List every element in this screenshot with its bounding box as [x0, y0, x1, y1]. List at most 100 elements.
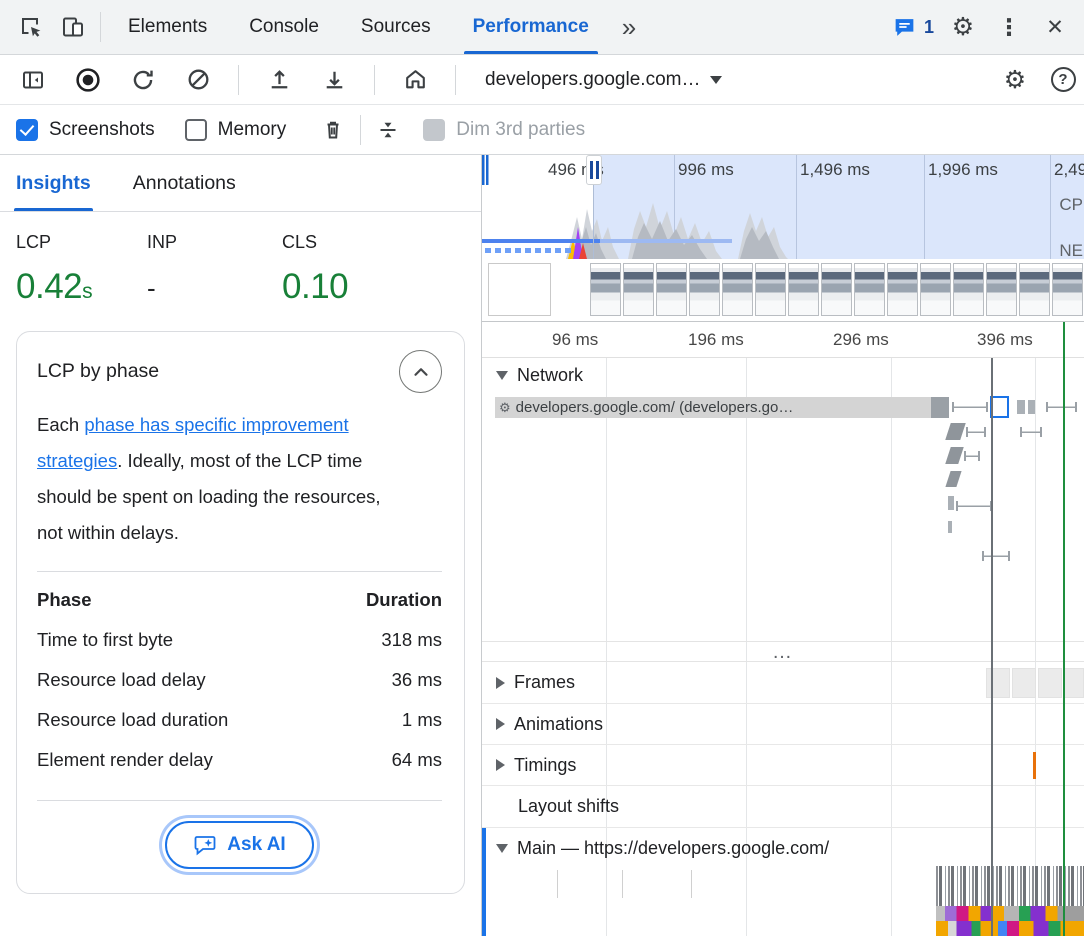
capture-settings-gear-icon[interactable]: ⚙ — [994, 59, 1036, 101]
upload-profile-icon[interactable] — [258, 59, 300, 101]
capture-options-bar: Screenshots Memory Dim 3rd parties — [0, 105, 1084, 155]
frame-thumbnail — [1038, 668, 1062, 698]
track-title: Frames — [514, 672, 575, 693]
overview-network-bar — [600, 239, 732, 243]
frame-thumbnail — [1064, 668, 1084, 698]
console-messages-icon[interactable] — [884, 6, 926, 48]
flame-chart-row[interactable] — [936, 906, 1084, 921]
network-request-bar[interactable] — [956, 501, 992, 511]
tab-elements[interactable]: Elements — [107, 0, 228, 54]
filmstrip-screenshot[interactable] — [755, 263, 786, 316]
inspect-element-icon[interactable] — [10, 6, 52, 48]
filmstrip-screenshot[interactable] — [689, 263, 720, 316]
network-request-bar[interactable] — [945, 447, 964, 464]
metric-lcp[interactable]: LCP 0.42s — [16, 232, 147, 307]
screenshots-checkbox[interactable] — [16, 119, 38, 141]
tab-console[interactable]: Console — [228, 0, 340, 54]
filmstrip-screenshot[interactable] — [590, 263, 621, 316]
tab-label: Sources — [361, 16, 431, 38]
layout-shifts-track[interactable]: Layout shifts — [482, 786, 1084, 828]
main-thread-tasks[interactable] — [936, 866, 1084, 906]
network-request-bar[interactable] — [945, 423, 966, 440]
network-request-bar[interactable] — [982, 551, 1010, 561]
filmstrip-screenshot[interactable] — [887, 263, 918, 316]
network-request-bar[interactable] — [964, 451, 980, 461]
network-request-bar[interactable] — [952, 402, 988, 412]
filmstrip-screenshot[interactable] — [920, 263, 951, 316]
close-devtools-icon[interactable]: ✕ — [1034, 6, 1076, 48]
network-request-bar[interactable] — [1046, 402, 1077, 412]
performance-toolbar-right: ⚙ ? — [994, 59, 1084, 101]
history-dropdown[interactable]: developers.google.com… — [475, 69, 732, 91]
history-dropdown-label: developers.google.com… — [485, 69, 700, 91]
clear-icon[interactable] — [177, 59, 219, 101]
metric-inp[interactable]: INP - — [147, 232, 282, 307]
overview-network-chunk — [515, 248, 521, 253]
filmstrip-screenshot[interactable] — [986, 263, 1017, 316]
expand-triangle-icon — [496, 677, 505, 689]
filmstrip-screenshot[interactable] — [623, 263, 654, 316]
network-request-bar[interactable] — [1020, 427, 1042, 437]
filmstrip-screenshot[interactable] — [656, 263, 687, 316]
request-gear-icon: ⚙ — [499, 400, 511, 416]
timeline-overview[interactable]: 496 ms 996 ms 1,496 ms 1,996 ms 2,49 CP … — [482, 155, 1084, 322]
metric-cls[interactable]: CLS 0.10 — [282, 232, 348, 307]
network-request-bar[interactable] — [948, 521, 952, 533]
request-label: developers.google.com/ (developers.go… — [516, 399, 794, 416]
collapse-tracks-icon[interactable] — [367, 109, 409, 151]
selected-network-request[interactable] — [990, 396, 1009, 418]
filmstrip-screenshot[interactable] — [854, 263, 885, 316]
collapse-card-button[interactable] — [399, 350, 442, 393]
selection-left-handle[interactable] — [482, 155, 490, 185]
record-and-reload-icon[interactable] — [122, 59, 164, 101]
selection-right-handle[interactable] — [586, 155, 602, 185]
main-thread-track[interactable]: Main — https://developers.google.com/ — [482, 828, 1084, 868]
record-icon[interactable] — [67, 59, 109, 101]
network-track-header[interactable]: Network — [482, 358, 1084, 392]
overview-network-chunk — [535, 248, 541, 253]
filmstrip-screenshot[interactable] — [722, 263, 753, 316]
tab-sources[interactable]: Sources — [340, 0, 452, 54]
tab-label: Performance — [473, 16, 589, 38]
download-profile-icon[interactable] — [313, 59, 355, 101]
collect-garbage-icon[interactable] — [312, 109, 354, 151]
ask-ai-button[interactable]: Ask AI — [165, 821, 313, 869]
network-request-bar[interactable] — [948, 496, 954, 510]
animations-track[interactable]: Animations — [482, 704, 1084, 745]
filmstrip-screenshot[interactable] — [821, 263, 852, 316]
filmstrip-screenshot[interactable] — [1019, 263, 1050, 316]
network-request-main-document[interactable]: ⚙ developers.google.com/ (developers.go… — [495, 397, 949, 418]
network-request-bar[interactable] — [945, 471, 961, 487]
network-request-bar[interactable] — [1028, 400, 1035, 414]
settings-gear-icon[interactable]: ⚙ — [942, 6, 984, 48]
timings-track[interactable]: Timings — [482, 745, 1084, 786]
frame-thumbnail — [1012, 668, 1036, 698]
home-icon[interactable] — [394, 59, 436, 101]
overflow-menu-icon[interactable]: ⋮ — [988, 6, 1030, 48]
overview-network-chunk — [485, 248, 491, 253]
metric-value: - — [147, 267, 282, 304]
tab-annotations[interactable]: Annotations — [133, 155, 236, 211]
playhead-marker[interactable] — [991, 358, 993, 936]
toggle-sidebar-icon[interactable] — [12, 59, 54, 101]
network-overflow-handle[interactable]: … — [482, 641, 1084, 662]
device-toolbar-icon[interactable] — [52, 6, 94, 48]
network-request-bar[interactable] — [966, 427, 986, 437]
filmstrip-screenshot[interactable] — [953, 263, 984, 316]
table-row: Resource load delay 36 ms — [37, 660, 442, 700]
table-row: Element render delay 64 ms — [37, 740, 442, 780]
filmstrip-screenshot[interactable] — [1052, 263, 1083, 316]
flame-chart-row[interactable] — [936, 921, 1084, 936]
memory-checkbox[interactable] — [185, 119, 207, 141]
tab-performance[interactable]: Performance — [452, 0, 610, 54]
filmstrip-screenshot[interactable] — [488, 263, 551, 316]
filmstrip-screenshot[interactable] — [788, 263, 819, 316]
phase-name: Resource load duration — [37, 709, 228, 731]
tab-insights[interactable]: Insights — [16, 155, 91, 211]
devtools-window: Elements Console Sources Performance » 1… — [0, 0, 1084, 936]
help-icon[interactable]: ? — [1042, 59, 1084, 101]
metric-value: 0.10 — [282, 267, 348, 307]
more-tabs-icon[interactable]: » — [610, 12, 648, 43]
cpu-activity-chart — [482, 183, 1084, 259]
network-request-bar[interactable] — [1017, 400, 1025, 414]
